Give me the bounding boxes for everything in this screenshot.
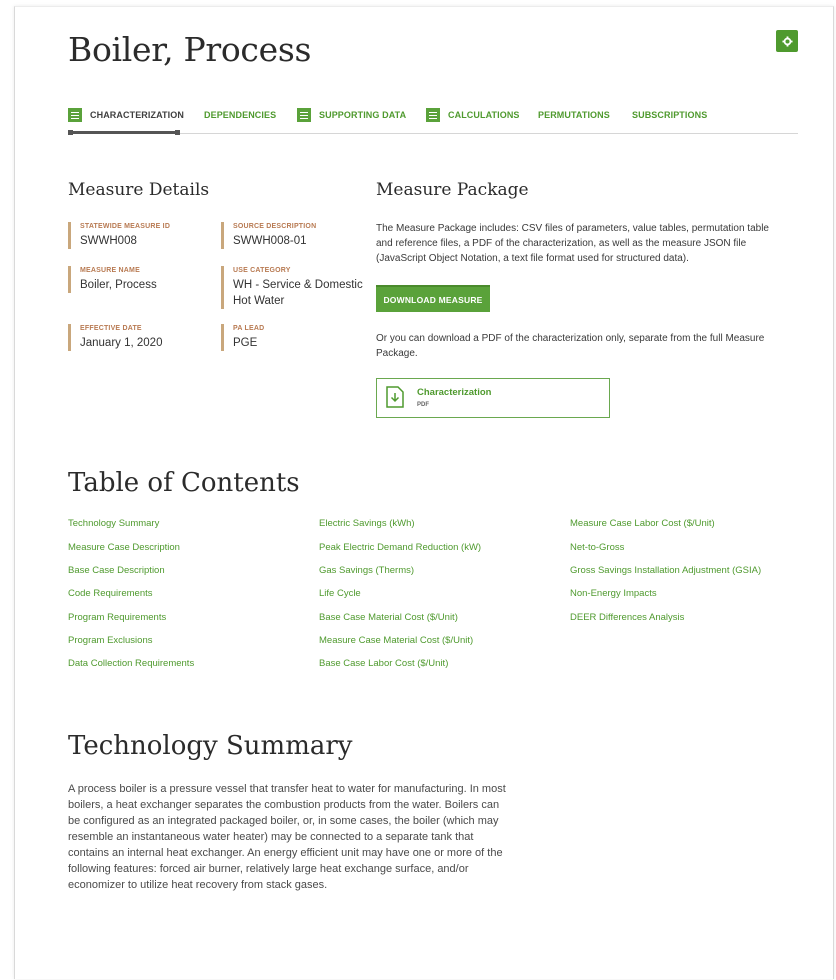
detail-label: USE CATEGORY [233,267,291,274]
tab-label: DEPENDENCIES [204,110,277,120]
list-icon [68,108,82,122]
toc-link[interactable]: Technology Summary [68,518,159,530]
list-icon [426,108,440,122]
detail-value: WH - Service & Domestic Hot Water [233,279,363,307]
characterization-pdf-download[interactable]: Characterization PDF [376,378,610,418]
detail-effective-date: EFFECTIVE DATE January 1, 2020 [68,324,210,351]
detail-use-category: USE CATEGORY WH - Service & Domestic Hot… [221,266,373,309]
tab-subscriptions[interactable]: SUBSCRIPTIONS [632,106,707,124]
toc-link[interactable]: Gas Savings (Therms) [319,565,414,577]
tab-bar: CHARACTERIZATION DEPENDENCIES SUPPORTING… [68,106,798,138]
detail-label: MEASURE NAME [80,267,140,274]
toc-link[interactable]: Measure Case Labor Cost ($/Unit) [570,518,715,530]
technology-summary-heading: Technology Summary [68,731,353,761]
file-download-icon [386,386,404,408]
toc-link[interactable]: Program Requirements [68,612,166,624]
settings-button[interactable] [776,30,798,52]
toc-link[interactable]: Program Exclusions [68,635,152,647]
toc-link[interactable]: Data Collection Requirements [68,658,194,670]
toc-link[interactable]: Base Case Material Cost ($/Unit) [319,612,458,624]
toc-link[interactable]: Measure Case Material Cost ($/Unit) [319,635,473,647]
measure-package-heading: Measure Package [376,180,529,200]
measure-package-alt-text: Or you can download a PDF of the charact… [376,333,765,359]
list-icon [297,108,311,122]
tab-label: SUPPORTING DATA [319,110,407,120]
toc-link[interactable]: Base Case Labor Cost ($/Unit) [319,658,448,670]
toc-link[interactable]: Life Cycle [319,588,361,600]
detail-label: STATEWIDE MEASURE ID [80,223,171,230]
tab-supporting-data[interactable]: SUPPORTING DATA [297,106,406,124]
tab-label: CHARACTERIZATION [90,110,184,120]
tab-label: CALCULATIONS [448,110,520,120]
detail-measure-name: MEASURE NAME Boiler, Process [68,266,210,293]
file-name: Characterization [417,387,492,398]
detail-label: EFFECTIVE DATE [80,325,142,332]
tab-label: SUBSCRIPTIONS [632,110,708,120]
gear-icon [781,35,793,47]
page-title: Boiler, Process [68,30,312,69]
download-measure-button[interactable]: DOWNLOAD MEASURE [376,285,490,312]
detail-value: January 1, 2020 [80,337,163,349]
toc-link[interactable]: Net-to-Gross [570,542,624,554]
toc-link[interactable]: Base Case Description [68,565,165,577]
technology-summary-text: A process boiler is a pressure vessel th… [68,783,506,891]
detail-label: PA LEAD [233,325,265,332]
detail-label: SOURCE DESCRIPTION [233,223,317,230]
detail-value: Boiler, Process [80,279,157,291]
detail-statewide-measure-id: STATEWIDE MEASURE ID SWWH008 [68,222,210,249]
tab-calculations[interactable]: CALCULATIONS [426,106,520,124]
toc-link[interactable]: DEER Differences Analysis [570,612,684,624]
measure-details-heading: Measure Details [68,180,210,200]
toc-link[interactable]: Code Requirements [68,588,153,600]
detail-value: PGE [233,337,258,349]
detail-value: SWWH008-01 [233,235,307,247]
toc-link[interactable]: Peak Electric Demand Reduction (kW) [319,542,481,554]
tab-label: PERMUTATIONS [538,110,610,120]
tab-characterization[interactable]: CHARACTERIZATION [68,106,184,124]
toc-link[interactable]: Measure Case Description [68,542,180,554]
tab-permutations[interactable]: PERMUTATIONS [538,106,610,124]
toc-link[interactable]: Non-Energy Impacts [570,588,657,600]
detail-value: SWWH008 [80,235,137,247]
detail-pa-lead: PA LEAD PGE [221,324,373,351]
tab-dependencies[interactable]: DEPENDENCIES [204,106,276,124]
toc-link[interactable]: Gross Savings Installation Adjustment (G… [570,565,761,577]
detail-source-description: SOURCE DESCRIPTION SWWH008-01 [221,222,373,249]
measure-package-intro: The Measure Package includes: CSV files … [376,223,769,264]
file-type: PDF [417,402,429,408]
toc-link[interactable]: Electric Savings (kWh) [319,518,415,530]
active-tab-indicator [68,130,180,135]
toc-heading: Table of Contents [68,468,300,498]
